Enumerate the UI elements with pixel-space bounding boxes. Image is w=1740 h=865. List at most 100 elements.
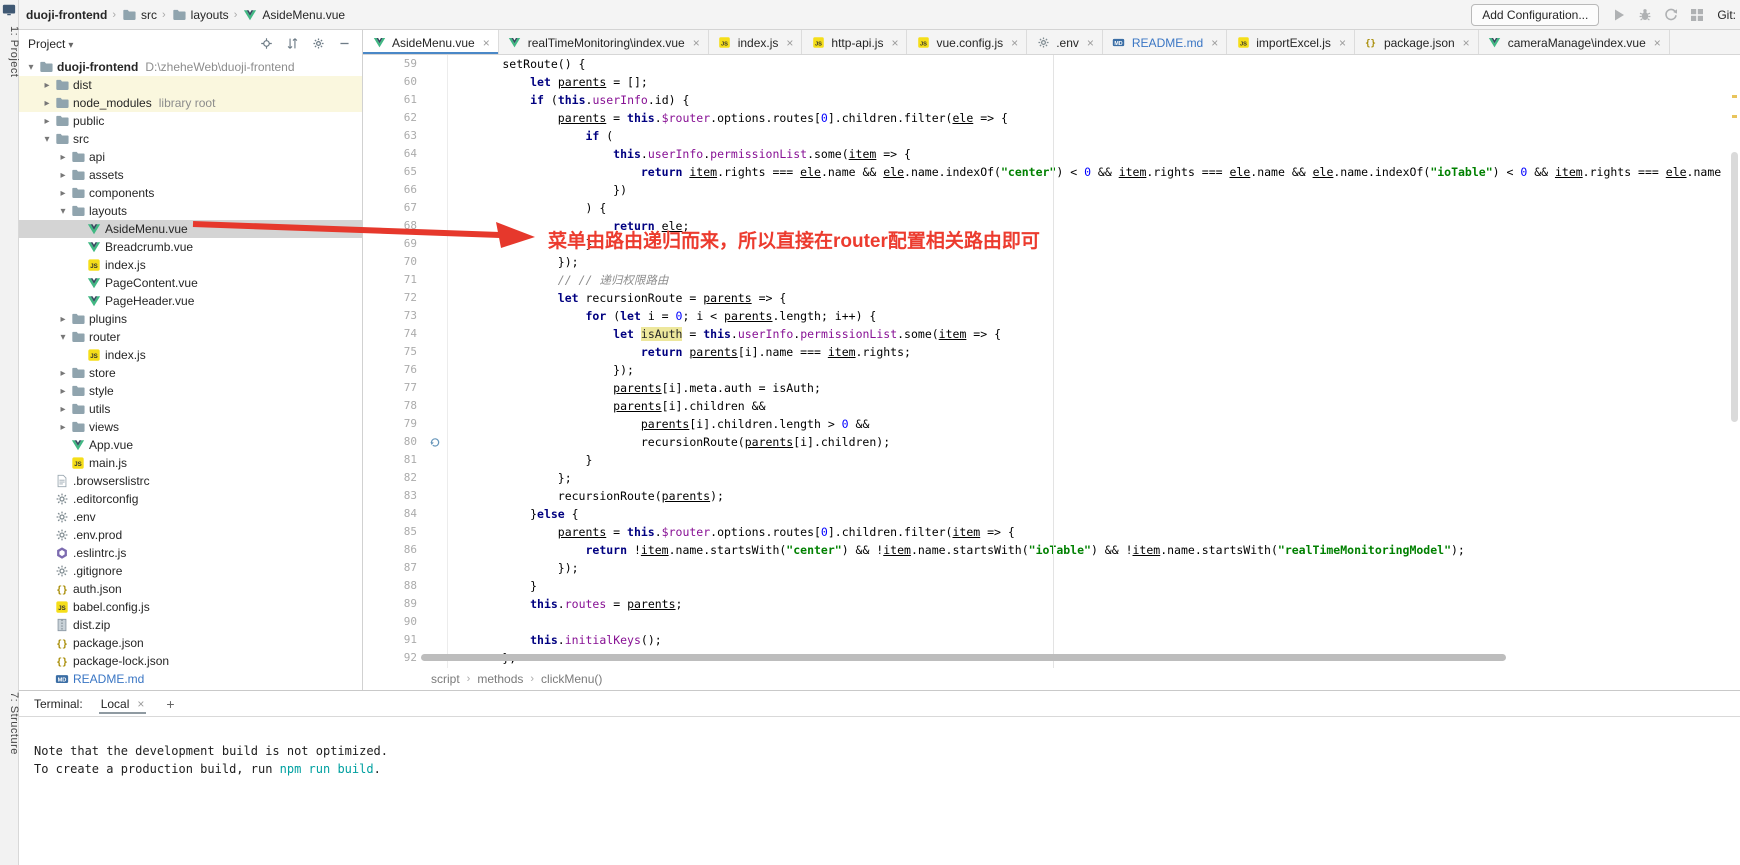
editor-tab[interactable]: JShttp-api.js× xyxy=(802,30,907,55)
close-icon[interactable]: × xyxy=(786,36,793,50)
horizontal-scrollbar[interactable] xyxy=(421,654,1506,661)
code-line[interactable]: 67 ) { xyxy=(363,199,1740,217)
tree-item[interactable]: ▸store xyxy=(18,364,362,382)
editor-tab[interactable]: .env× xyxy=(1027,30,1103,55)
project-view-selector[interactable]: Project▾ xyxy=(28,37,73,51)
editor-tab[interactable]: cameraManage\index.vue× xyxy=(1479,30,1670,55)
code-line[interactable]: 84 }else { xyxy=(363,505,1740,523)
code-line[interactable]: 76 }); xyxy=(363,361,1740,379)
git-label[interactable]: Git: xyxy=(1717,8,1736,22)
tree-item[interactable]: ▸utils xyxy=(18,400,362,418)
sync-icon[interactable] xyxy=(1663,7,1679,23)
tree-item[interactable]: {}package.json xyxy=(18,634,362,652)
tree-item[interactable]: PageContent.vue xyxy=(18,274,362,292)
tree-item[interactable]: ▸style xyxy=(18,382,362,400)
chevron-closed-icon[interactable]: ▸ xyxy=(56,170,70,181)
chevron-closed-icon[interactable]: ▸ xyxy=(56,188,70,199)
tree-item[interactable]: ▾duoji-frontendD:\zheheWeb\duoji-fronten… xyxy=(18,58,362,76)
code-line[interactable]: 62 parents = this.$router.options.routes… xyxy=(363,109,1740,127)
code-line[interactable]: 86 return !item.name.startsWith("center"… xyxy=(363,541,1740,559)
editor-tab[interactable]: AsideMenu.vue× xyxy=(363,30,499,55)
tool-window-button-project[interactable]: 1: Project xyxy=(0,22,22,81)
close-icon[interactable]: × xyxy=(1339,36,1346,50)
chevron-closed-icon[interactable]: ▸ xyxy=(56,404,70,415)
chevron-closed-icon[interactable]: ▸ xyxy=(56,368,70,379)
code-line[interactable]: 83 recursionRoute(parents); xyxy=(363,487,1740,505)
tree-item[interactable]: ▾src xyxy=(18,130,362,148)
code-line[interactable]: 70 }); xyxy=(363,253,1740,271)
scrollbar-thumb[interactable] xyxy=(1731,152,1738,422)
gear-icon[interactable] xyxy=(310,36,326,52)
code-line[interactable]: 72 let recursionRoute = parents => { xyxy=(363,289,1740,307)
chevron-closed-icon[interactable]: ▸ xyxy=(56,152,70,163)
close-icon[interactable]: × xyxy=(891,36,898,50)
close-icon[interactable]: × xyxy=(1463,36,1470,50)
code-line[interactable]: 71 // // 递归权限路由 xyxy=(363,271,1740,289)
tree-item[interactable]: ▸node_moduleslibrary root xyxy=(18,94,362,112)
code-line[interactable]: 60 let parents = []; xyxy=(363,73,1740,91)
tree-item[interactable]: Breadcrumb.vue xyxy=(18,238,362,256)
tree-item[interactable]: ▸public xyxy=(18,112,362,130)
tree-item[interactable]: ▸views xyxy=(18,418,362,436)
code-line[interactable]: 69 } xyxy=(363,235,1740,253)
collapse-icon[interactable] xyxy=(284,36,300,52)
chevron-closed-icon[interactable]: ▸ xyxy=(40,116,54,127)
tree-item[interactable]: .gitignore xyxy=(18,562,362,580)
tree-item[interactable]: .env xyxy=(18,508,362,526)
code-line[interactable]: 73 for (let i = 0; i < parents.length; i… xyxy=(363,307,1740,325)
code-line[interactable]: 82 }; xyxy=(363,469,1740,487)
tree-item[interactable]: ▸api xyxy=(18,148,362,166)
tree-item[interactable]: JSindex.js xyxy=(18,346,362,364)
breadcrumb-item[interactable]: script xyxy=(431,672,460,686)
breadcrumb-item[interactable]: src xyxy=(121,7,157,23)
code-line[interactable]: 90 xyxy=(363,613,1740,631)
tree-item[interactable]: .editorconfig xyxy=(18,490,362,508)
tree-item[interactable]: ▸components xyxy=(18,184,362,202)
editor-tab[interactable]: {}package.json× xyxy=(1355,30,1479,55)
code-line[interactable]: 88 } xyxy=(363,577,1740,595)
add-configuration-button[interactable]: Add Configuration... xyxy=(1471,4,1599,26)
chevron-open-icon[interactable]: ▾ xyxy=(24,62,38,73)
chevron-open-icon[interactable]: ▾ xyxy=(40,134,54,145)
tree-item[interactable]: .browserslistrc xyxy=(18,472,362,490)
tree-item[interactable]: ▸plugins xyxy=(18,310,362,328)
tree-item[interactable]: ▾layouts xyxy=(18,202,362,220)
code-line[interactable]: 80 recursionRoute(parents[i].children); xyxy=(363,433,1740,451)
close-icon[interactable]: × xyxy=(483,36,490,50)
project-name[interactable]: duoji-frontend xyxy=(26,8,107,22)
code-line[interactable]: 91 this.initialKeys(); xyxy=(363,631,1740,649)
code-line[interactable]: 68 return ele; xyxy=(363,217,1740,235)
close-icon[interactable]: × xyxy=(693,36,700,50)
chevron-open-icon[interactable]: ▾ xyxy=(56,332,70,343)
breadcrumb-item[interactable]: methods xyxy=(477,672,523,686)
tree-item[interactable]: JSindex.js xyxy=(18,256,362,274)
code-line[interactable]: 81 } xyxy=(363,451,1740,469)
code-line[interactable]: 78 parents[i].children && xyxy=(363,397,1740,415)
chevron-closed-icon[interactable]: ▸ xyxy=(40,80,54,91)
hide-icon[interactable] xyxy=(336,36,352,52)
code-line[interactable]: 66 }) xyxy=(363,181,1740,199)
code-line[interactable]: 75 return parents[i].name === item.right… xyxy=(363,343,1740,361)
code-line[interactable]: 77 parents[i].meta.auth = isAuth; xyxy=(363,379,1740,397)
tree-item[interactable]: .env.prod xyxy=(18,526,362,544)
tree-item[interactable]: MDREADME.md xyxy=(18,670,362,688)
code-line[interactable]: 74 let isAuth = this.userInfo.permission… xyxy=(363,325,1740,343)
tree-item[interactable]: JSbabel.config.js xyxy=(18,598,362,616)
tree-item[interactable]: .eslintrc.js xyxy=(18,544,362,562)
editor-tab[interactable]: JSvue.config.js× xyxy=(907,30,1027,55)
editor-code-area[interactable]: 59 setRoute() {60 let parents = [];61 if… xyxy=(363,55,1740,669)
close-icon[interactable]: × xyxy=(1211,36,1218,50)
breadcrumb-item[interactable]: layouts xyxy=(171,7,229,23)
editor-tab[interactable]: realTimeMonitoring\index.vue× xyxy=(499,30,709,55)
editor-tab[interactable]: JSimportExcel.js× xyxy=(1227,30,1355,55)
code-line[interactable]: 87 }); xyxy=(363,559,1740,577)
tree-item[interactable]: AsideMenu.vue xyxy=(18,220,362,238)
debug-icon[interactable] xyxy=(1637,7,1653,23)
chevron-open-icon[interactable]: ▾ xyxy=(56,206,70,217)
close-icon[interactable]: × xyxy=(1654,36,1661,50)
chevron-closed-icon[interactable]: ▸ xyxy=(56,386,70,397)
breadcrumb-item[interactable]: clickMenu() xyxy=(541,672,602,686)
chevron-closed-icon[interactable]: ▸ xyxy=(56,314,70,325)
editor-tab[interactable]: MDREADME.md× xyxy=(1103,30,1227,55)
tree-item[interactable]: dist.zip xyxy=(18,616,362,634)
